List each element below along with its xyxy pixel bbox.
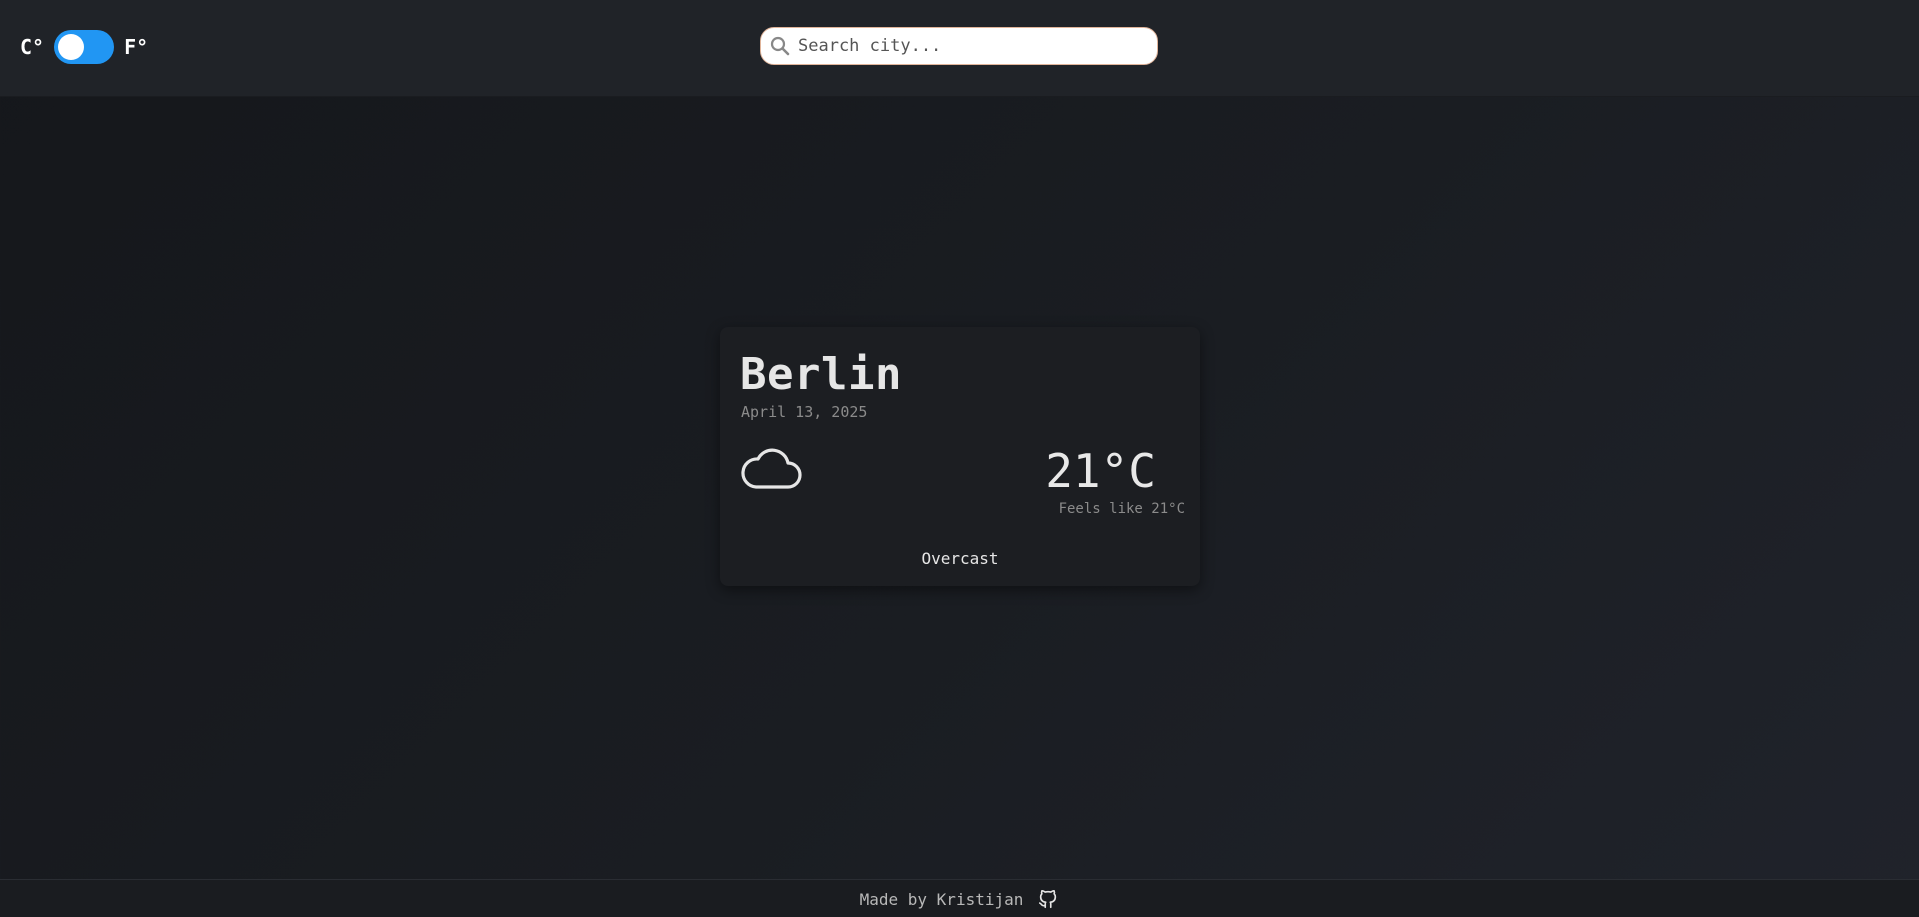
cloud-icon (740, 443, 804, 493)
github-icon[interactable] (1037, 888, 1059, 910)
celsius-label: C° (20, 35, 45, 59)
weather-condition: Overcast (921, 549, 999, 568)
unit-toggle: C° F° (20, 29, 148, 65)
unit-switch[interactable] (54, 30, 115, 64)
weather-card: Berlin April 13, 2025 21°C Feels like 21… (720, 327, 1200, 586)
fahrenheit-label: F° (124, 35, 149, 59)
switch-knob (58, 34, 85, 60)
search-box (760, 27, 1158, 65)
feels-like: Feels like 21°C (1058, 501, 1185, 517)
date: April 13, 2025 (741, 403, 868, 421)
footer-credit: Made by Kristijan (859, 889, 1024, 909)
search-icon (769, 35, 791, 57)
footer: Made by Kristijan (0, 879, 1919, 917)
temperature: 21°C (1045, 444, 1156, 498)
city-name: Berlin (740, 349, 902, 400)
search-input[interactable] (798, 36, 1138, 56)
header: C° F° (0, 0, 1919, 97)
